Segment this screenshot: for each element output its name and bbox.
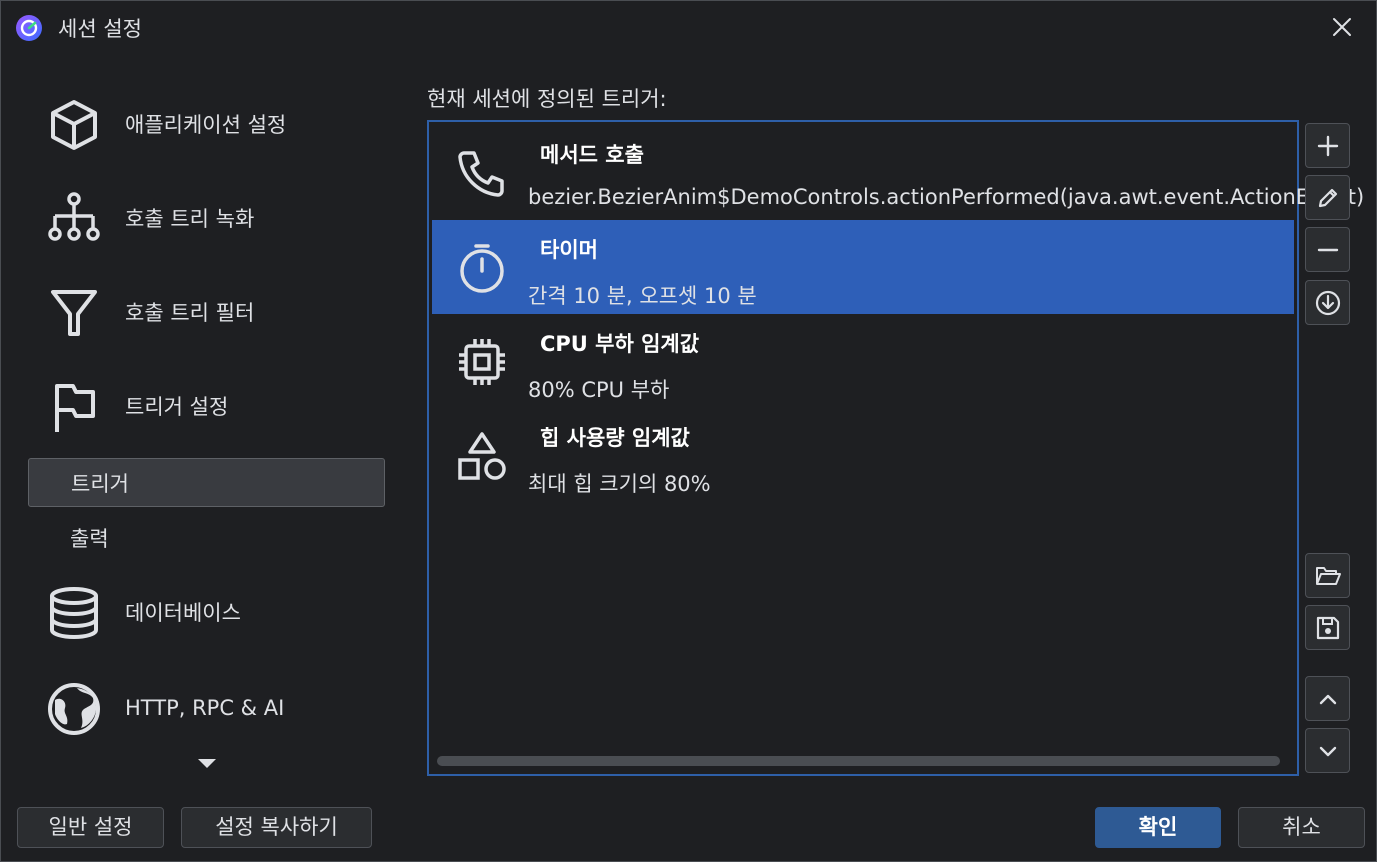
trigger-row-heap-threshold[interactable]: 힙 사용량 임계값 최대 힙 크기의 80%	[432, 408, 1294, 502]
title-bar: 세션 설정	[1, 1, 1376, 53]
copy-settings-button[interactable]: 설정 복사하기	[181, 807, 372, 848]
sidebar-item-http-rpc-ai[interactable]: HTTP, RPC & AI	[1, 668, 401, 748]
trigger-title: 메서드 호출	[540, 143, 644, 167]
plus-icon	[1317, 135, 1339, 157]
phone-icon	[458, 151, 504, 197]
app-logo-icon	[16, 15, 42, 41]
settings-sidebar: 애플리케이션 설정 호출 트리 녹화 호출 트리 필터 트리거 설정 트리거 출…	[1, 71, 401, 791]
database-icon	[50, 587, 98, 640]
trigger-title: CPU 부하 임계값	[540, 332, 700, 356]
remove-trigger-button[interactable]	[1305, 227, 1350, 272]
cube-icon	[51, 100, 97, 150]
sidebar-item-databases[interactable]: 데이터베이스	[1, 572, 401, 652]
window-title: 세션 설정	[58, 17, 142, 41]
add-trigger-button[interactable]	[1305, 123, 1350, 168]
session-settings-dialog: 세션 설정 애플리케이션 설정 호출 트리 녹화 호출 트리 필터 트리거 설정…	[0, 0, 1377, 862]
sidebar-item-trigger-settings[interactable]: 트리거 설정	[1, 366, 401, 446]
move-up-button[interactable]	[1305, 676, 1350, 721]
stopwatch-icon	[460, 244, 504, 293]
trigger-description: bezier.BezierAnim$DemoControls.actionPer…	[528, 185, 1365, 209]
flag-icon	[55, 384, 95, 432]
edit-trigger-button[interactable]	[1305, 175, 1350, 220]
chevron-down-icon[interactable]	[198, 759, 216, 768]
sidebar-item-label: 호출 트리 녹화	[125, 207, 255, 231]
sidebar-subitem-label: 트리거	[71, 471, 129, 496]
general-settings-button[interactable]: 일반 설정	[17, 807, 164, 848]
trigger-row-cpu-threshold[interactable]: CPU 부하 임계값 80% CPU 부하	[432, 314, 1294, 408]
edit-icon	[1318, 188, 1338, 208]
sidebar-item-application-settings[interactable]: 애플리케이션 설정	[1, 84, 401, 164]
move-down-button[interactable]	[1305, 728, 1350, 773]
trigger-row-method-invocation[interactable]: 메서드 호출 bezier.BezierAnim$DemoControls.ac…	[432, 125, 1364, 219]
shapes-icon	[458, 432, 506, 480]
import-trigger-button[interactable]	[1305, 280, 1350, 325]
chevron-down-icon	[1319, 746, 1337, 757]
trigger-title: 힙 사용량 임계값	[540, 426, 690, 450]
open-triggers-button[interactable]	[1305, 553, 1350, 598]
import-icon	[1315, 290, 1341, 316]
sidebar-item-label: 트리거 설정	[125, 395, 229, 419]
close-icon[interactable]	[1330, 15, 1354, 39]
sidebar-item-call-tree-recording[interactable]: 호출 트리 녹화	[1, 178, 401, 258]
minus-icon	[1317, 248, 1339, 252]
triggers-list-label: 현재 세션에 정의된 트리거:	[427, 87, 667, 111]
folder-open-icon	[1316, 567, 1341, 585]
cpu-icon	[459, 339, 505, 385]
save-triggers-button[interactable]	[1305, 605, 1350, 650]
trigger-title: 타이머	[540, 238, 598, 262]
sidebar-item-call-tree-filter[interactable]: 호출 트리 필터	[1, 272, 401, 352]
sidebar-subitem-output[interactable]: 출력	[28, 513, 385, 562]
tree-icon	[48, 192, 100, 241]
sidebar-subitem-label: 출력	[70, 526, 109, 551]
trigger-row-timer[interactable]: 타이머 간격 10 분, 오프셋 10 분	[432, 220, 1294, 314]
chevron-up-icon	[1319, 694, 1337, 705]
ok-button[interactable]: 확인	[1095, 807, 1221, 848]
sidebar-item-label: 애플리케이션 설정	[125, 113, 287, 137]
sidebar-item-label: HTTP, RPC & AI	[125, 696, 285, 720]
trigger-description: 간격 10 분, 오프셋 10 분	[528, 284, 757, 308]
globe-icon	[48, 683, 100, 735]
horizontal-scrollbar[interactable]	[437, 756, 1280, 766]
sidebar-subitem-triggers[interactable]: 트리거	[28, 458, 385, 507]
trigger-description: 80% CPU 부하	[528, 378, 670, 402]
sidebar-item-label: 데이터베이스	[125, 601, 241, 625]
filter-icon	[51, 290, 97, 336]
sidebar-item-label: 호출 트리 필터	[125, 301, 255, 325]
trigger-list[interactable]: 메서드 호출 bezier.BezierAnim$DemoControls.ac…	[427, 120, 1364, 776]
trigger-description: 최대 힙 크기의 80%	[528, 472, 711, 496]
cancel-button[interactable]: 취소	[1238, 807, 1365, 848]
save-icon	[1316, 616, 1340, 640]
